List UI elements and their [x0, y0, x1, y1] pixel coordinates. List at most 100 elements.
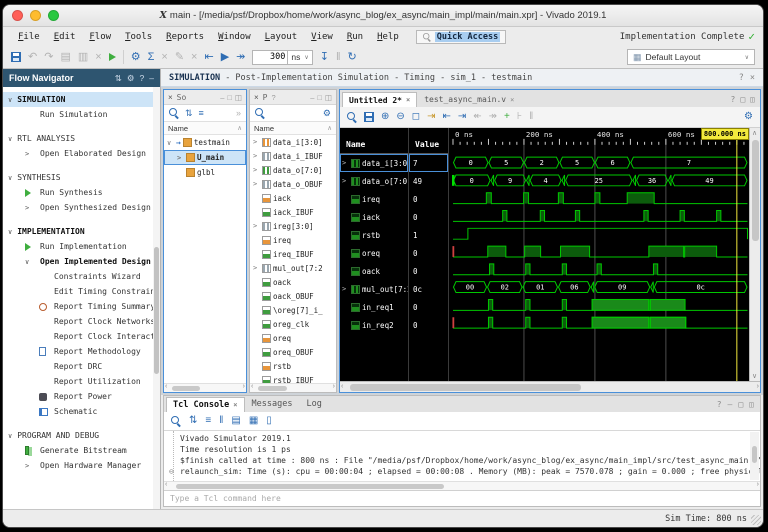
menu-layout[interactable]: Layout: [258, 32, 305, 42]
wave-name-header[interactable]: Name: [340, 128, 408, 154]
flow-section-header-simulation[interactable]: ∨SIMULATION: [3, 92, 160, 107]
delete-icon[interactable]: ×: [95, 52, 101, 63]
help-icon[interactable]: ?: [272, 93, 276, 102]
wave-tab-untitled-2[interactable]: Untitled 2*×: [342, 92, 417, 107]
table-view-icon[interactable]: ▦: [249, 416, 258, 426]
search-icon[interactable]: [169, 108, 179, 118]
settings-gear-icon[interactable]: ⚙: [127, 73, 135, 84]
flow-item-run-simulation[interactable]: Run Simulation: [3, 107, 160, 122]
collapse-icon[interactable]: ∨: [8, 174, 12, 182]
collapse-all-icon[interactable]: ⇅: [185, 109, 193, 118]
step-icon[interactable]: ↧: [320, 52, 329, 63]
console-tab-log[interactable]: Log: [299, 396, 328, 412]
object-item-ireq-ibuf[interactable]: ireq_IBUF: [250, 247, 336, 261]
save-waveform-icon[interactable]: [364, 112, 374, 122]
go-to-time-icon[interactable]: ⇥: [427, 112, 435, 122]
flow-item-run-synthesis[interactable]: Run Synthesis: [3, 185, 160, 200]
menu-help[interactable]: Help: [370, 32, 406, 42]
relaunch-icon[interactable]: ↻: [348, 52, 357, 63]
wave-signal-mul-out-7-2[interactable]: >mul_out[7:2: [340, 280, 408, 298]
edit-icon[interactable]: ✎: [175, 52, 184, 63]
wave-signal-in-req2[interactable]: in_req2: [340, 316, 408, 334]
maximize-panel-icon[interactable]: □: [227, 93, 232, 102]
wave-settings-gear-icon[interactable]: ⚙: [744, 112, 753, 122]
float-panel-icon[interactable]: ◫: [325, 93, 332, 102]
flow-item-edit-timing-constraints[interactable]: Edit Timing Constraints: [3, 284, 160, 299]
chevron-right-icon[interactable]: >: [342, 177, 349, 185]
next-marker-icon[interactable]: ↠: [489, 112, 497, 122]
menu-tools[interactable]: Tools: [118, 32, 159, 42]
scrollbar[interactable]: ‹›: [164, 481, 760, 490]
object-item-rstb-ibuf[interactable]: rstb_IBUF: [250, 373, 336, 383]
search-icon[interactable]: [171, 416, 181, 426]
object-item-iack-ibuf[interactable]: iack_IBUF: [250, 205, 336, 219]
zoom-in-icon[interactable]: ⊕: [381, 112, 389, 122]
close-icon[interactable]: ×: [168, 93, 173, 102]
collapse-all-icon[interactable]: ⇅: [115, 73, 122, 84]
object-item-ireq[interactable]: ireq: [250, 233, 336, 247]
wave-signal-oack[interactable]: oack: [340, 262, 408, 280]
collapse-icon[interactable]: ∨: [8, 96, 12, 104]
object-item-ireg-3-0[interactable]: >ireg[3:0]: [250, 219, 336, 233]
minimize-window-button[interactable]: [30, 10, 41, 21]
flow-item-generate-bitstream[interactable]: Generate Bitstream: [3, 443, 160, 458]
maximize-panel-icon[interactable]: □: [740, 95, 745, 104]
help-icon[interactable]: ?: [731, 95, 736, 104]
float-panel-icon[interactable]: ◫: [750, 95, 755, 104]
maximize-panel-icon[interactable]: □: [738, 400, 743, 409]
run-icon[interactable]: [109, 53, 116, 61]
menu-edit[interactable]: Edit: [47, 32, 83, 42]
chevron-right-icon[interactable]: >: [253, 222, 260, 230]
restart-sim-icon[interactable]: ⇤: [204, 52, 213, 63]
object-item-oreg-7-i[interactable]: \oreg[7]_i_: [250, 303, 336, 317]
close-window-button[interactable]: [12, 10, 23, 21]
scope-item-u-main[interactable]: >U_main: [164, 150, 246, 165]
resize-grip[interactable]: [751, 515, 761, 525]
flow-item-open-hardware-manager[interactable]: >Open Hardware Manager: [3, 458, 160, 473]
kill-icon[interactable]: ×: [161, 52, 167, 63]
more-options-icon[interactable]: »: [236, 109, 241, 118]
scrollbar[interactable]: ‹›: [250, 383, 336, 392]
close-tab-icon[interactable]: ×: [510, 96, 514, 104]
flow-section-header-implementation[interactable]: ∨IMPLEMENTATION: [3, 224, 160, 239]
object-item-mul-out-7-2[interactable]: >mul_out[7:2: [250, 261, 336, 275]
chevron-right-icon[interactable]: >: [177, 154, 184, 162]
console-output[interactable]: Vivado Simulator 2019.1Time resolution i…: [164, 431, 760, 481]
wave-signal-rstb[interactable]: rstb: [340, 226, 408, 244]
menu-run[interactable]: Run: [340, 32, 370, 42]
expand-all-icon[interactable]: ≡: [205, 416, 211, 426]
menu-view[interactable]: View: [304, 32, 340, 42]
run-time-unit-select[interactable]: ns∨: [288, 50, 312, 65]
wave-signal-in-req1[interactable]: in_req1: [340, 298, 408, 316]
object-item-data-o-7-0[interactable]: >data_o[7:0]: [250, 163, 336, 177]
remove-icon[interactable]: ×: [191, 52, 197, 63]
minimize-panel-icon[interactable]: –: [728, 400, 733, 409]
save-project-icon[interactable]: [11, 52, 21, 62]
help-icon[interactable]: ?: [739, 73, 744, 83]
flow-item-schematic[interactable]: Schematic: [3, 404, 160, 419]
chevron-right-icon[interactable]: >: [253, 152, 260, 160]
add-marker-icon[interactable]: +: [504, 112, 510, 122]
object-item-oack-obuf[interactable]: oack_OBUF: [250, 289, 336, 303]
chevron-right-icon[interactable]: >: [342, 159, 349, 167]
help-icon[interactable]: ?: [140, 73, 145, 84]
run-for-time-icon[interactable]: ↠: [236, 52, 245, 63]
collapse-icon[interactable]: ∨: [8, 228, 12, 236]
flow-item-report-power[interactable]: Report Power: [3, 389, 160, 404]
object-item-data-o-obuf[interactable]: >data_o_OBUF: [250, 177, 336, 191]
zoom-window-button[interactable]: [48, 10, 59, 21]
object-item-oreq-obuf[interactable]: oreq_OBUF: [250, 345, 336, 359]
chevron-right-icon[interactable]: >: [253, 264, 260, 272]
wave-plot-area[interactable]: 800.000 ns 0 ns200 ns400 ns600 ns0525670…: [448, 128, 749, 381]
settings-gear-icon[interactable]: ⚙: [131, 52, 141, 63]
object-item-rstb[interactable]: rstb: [250, 359, 336, 373]
wave-signal-data-i-3-0[interactable]: >data_i[3:0]: [340, 154, 408, 172]
minimize-panel-icon[interactable]: –: [310, 93, 314, 102]
flow-item-report-drc[interactable]: Report DRC: [3, 359, 160, 374]
chevron-right-icon[interactable]: >: [253, 138, 260, 146]
next-transition-icon[interactable]: ⇥: [458, 112, 466, 122]
collapse-icon[interactable]: ∨: [8, 135, 12, 143]
pause-output-icon[interactable]: ‖: [219, 416, 223, 426]
run-all-icon[interactable]: ▶: [221, 52, 229, 63]
console-tab-tcl-console[interactable]: Tcl Console×: [166, 397, 245, 412]
